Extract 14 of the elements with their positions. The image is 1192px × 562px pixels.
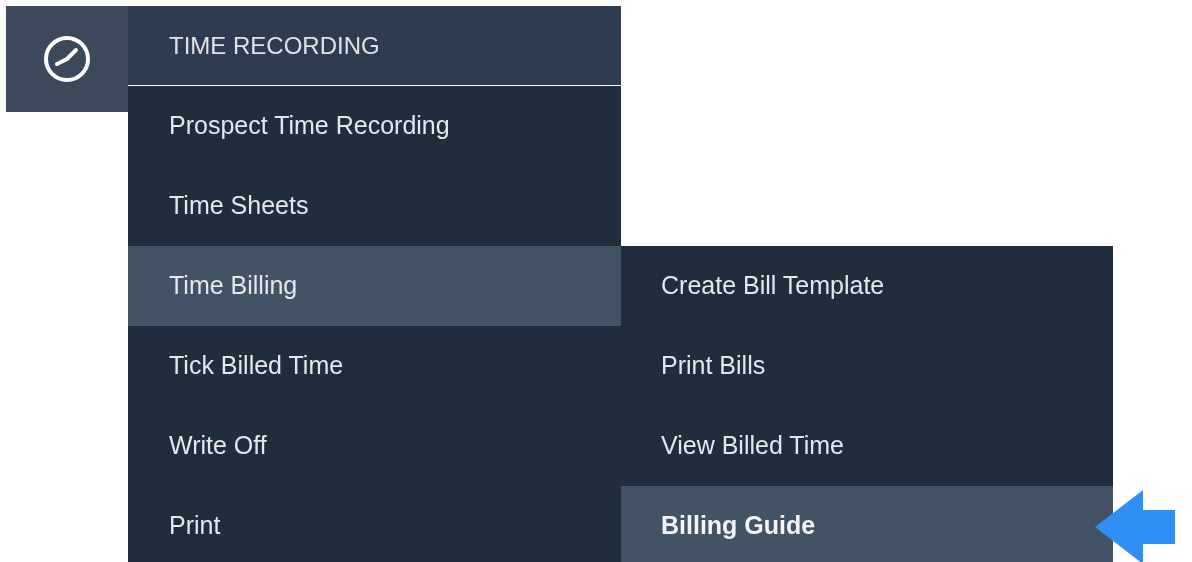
menu-item[interactable]: Print: [128, 486, 621, 562]
arrow-icon: [1095, 490, 1175, 562]
menu-header: TIME RECORDING: [128, 6, 621, 85]
menu-item[interactable]: Tick Billed Time: [128, 326, 621, 406]
icon-tile[interactable]: [6, 6, 128, 112]
submenu-item[interactable]: Create Bill Template: [621, 246, 1113, 326]
submenu-item[interactable]: View Billed Time: [621, 406, 1113, 486]
submenu-item[interactable]: Billing Guide: [621, 486, 1113, 562]
menu-item[interactable]: Write Off: [128, 406, 621, 486]
clock-icon: [41, 33, 93, 85]
menu-item[interactable]: Time Billing: [128, 246, 621, 326]
menu-item[interactable]: Prospect Time Recording: [128, 86, 621, 166]
menu-item[interactable]: Time Sheets: [128, 166, 621, 246]
submenu-item[interactable]: Print Bills: [621, 326, 1113, 406]
